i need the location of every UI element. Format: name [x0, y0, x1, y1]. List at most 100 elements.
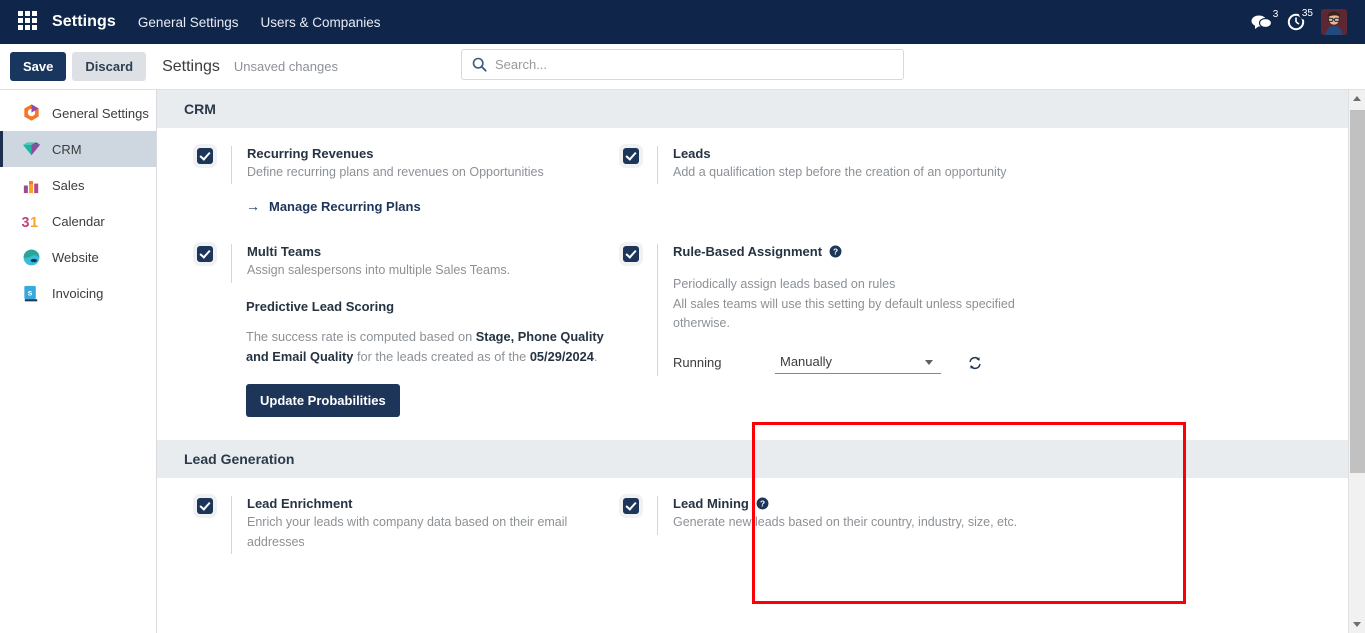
setting-title-label: Rule-Based Assignment	[673, 244, 823, 260]
settings-sidebar: General Settings CRM Sales 3 1 Calendar …	[0, 90, 157, 633]
section-body-crm: Recurring Revenues Define recurring plan…	[157, 128, 1365, 418]
setting-content: Rule-Based Assignment ? Periodically ass…	[657, 244, 1089, 376]
invoicing-app-icon: s	[21, 283, 42, 304]
setting-rule-based-assignment: Rule-Based Assignment ? Periodically ass…	[623, 244, 1089, 376]
checkbox-holder	[197, 244, 231, 267]
setting-leads: Leads Add a qualification step before th…	[623, 146, 1089, 185]
setting-description: Define recurring plans and revenues on O…	[247, 165, 544, 179]
checkbox-recurring-revenues[interactable]	[197, 148, 213, 164]
section-header-lead-generation: Lead Generation	[157, 440, 1365, 479]
setting-multi-teams: Multi Teams Assign salespersons into mul…	[197, 244, 623, 283]
settings-col-right: Rule-Based Assignment ? Periodically ass…	[623, 214, 1089, 417]
update-probabilities-button[interactable]: Update Probabilities	[246, 384, 400, 418]
scroll-down-arrow-icon[interactable]	[1353, 622, 1361, 627]
sidebar-item-sales[interactable]: Sales	[0, 167, 156, 203]
setting-title: Predictive Lead Scoring	[246, 298, 395, 314]
user-avatar-image	[1321, 9, 1347, 35]
app-brand-settings[interactable]: Settings	[52, 13, 116, 31]
sidebar-item-general-settings[interactable]: General Settings	[0, 95, 156, 131]
setting-content: Lead Enrichment Enrich your leads with c…	[231, 496, 623, 554]
activities-count-badge: 35	[1298, 7, 1316, 20]
setting-lead-enrichment: Lead Enrichment Enrich your leads with c…	[197, 496, 623, 554]
sidebar-item-invoicing[interactable]: s Invoicing	[0, 275, 156, 311]
search-bar[interactable]	[461, 49, 904, 80]
checkbox-lead-enrichment[interactable]	[197, 498, 213, 515]
refresh-sync-icon[interactable]	[967, 355, 983, 371]
setting-description: Add a qualification step before the crea…	[673, 165, 1007, 179]
messages-count-badge: 3	[1269, 8, 1282, 21]
checkbox-holder	[623, 146, 657, 169]
chevron-down-icon	[925, 359, 933, 365]
sidebar-item-label: Calendar	[52, 213, 105, 229]
pls-bold-date: 05/29/2024	[529, 349, 594, 365]
search-icon	[472, 57, 487, 72]
link-label: Manage Recurring Plans	[269, 198, 421, 214]
sidebar-item-label: Invoicing	[52, 285, 104, 301]
checkbox-leads[interactable]	[623, 148, 639, 164]
search-input[interactable]	[495, 57, 893, 72]
setting-content: Lead Mining ? Generate new leads based o…	[657, 496, 1089, 535]
sidebar-item-label: Sales	[52, 177, 85, 193]
checkbox-multi-teams[interactable]	[197, 246, 213, 263]
setting-content: Recurring Revenues Define recurring plan…	[231, 146, 623, 185]
settings-pane: CRM Recurring Revenues Define recurring …	[157, 90, 1365, 633]
setting-content: Leads Add a qualification step before th…	[657, 146, 1089, 185]
checkbox-lead-mining[interactable]	[623, 498, 639, 515]
setting-recurring-revenues: Recurring Revenues Define recurring plan…	[197, 146, 623, 185]
activities-menu[interactable]: 35	[1287, 7, 1316, 32]
apps-grid-icon[interactable]	[18, 11, 40, 33]
checkbox-holder	[197, 496, 231, 519]
unsaved-changes-status: Unsaved changes	[233, 59, 338, 74]
scrollbar-thumb[interactable]	[1350, 110, 1365, 473]
settings-col-left: Recurring Revenues Define recurring plan…	[157, 128, 623, 214]
sales-app-icon	[21, 175, 42, 196]
sidebar-item-crm[interactable]: CRM	[0, 131, 156, 167]
crm-app-icon	[21, 139, 42, 160]
setting-description-line2: All sales teams will use this setting by…	[673, 296, 1015, 331]
svg-text:?: ?	[833, 247, 838, 257]
sidebar-item-label: Website	[52, 249, 99, 265]
running-select[interactable]: Manually	[775, 352, 941, 374]
scroll-up-arrow-icon[interactable]	[1353, 96, 1361, 101]
nav-general-settings[interactable]: General Settings	[138, 15, 239, 30]
checkbox-holder	[623, 496, 657, 519]
vertical-scrollbar[interactable]	[1348, 90, 1365, 633]
setting-lead-mining: Lead Mining ? Generate new leads based o…	[623, 496, 1089, 535]
section-header-crm: CRM	[157, 90, 1365, 128]
arrow-right-icon: →	[246, 198, 260, 215]
messages-menu[interactable]: 3	[1251, 8, 1282, 31]
setting-description: Enrich your leads with company data base…	[247, 515, 568, 549]
setting-title: Lead Mining ?	[673, 496, 1089, 511]
settings-row: Lead Enrichment Enrich your leads with c…	[157, 478, 1365, 554]
setting-description: Generate new leads based on their countr…	[673, 515, 1018, 530]
help-circle-icon[interactable]: ?	[756, 497, 769, 510]
settings-col-left: Lead Enrichment Enrich your leads with c…	[157, 478, 623, 554]
predictive-lead-scoring-block: Predictive Lead Scoring The success rate…	[246, 298, 606, 418]
help-circle-icon[interactable]: ?	[829, 245, 842, 258]
navbar-systray: 3 35	[1251, 7, 1355, 35]
setting-title: Rule-Based Assignment ?	[673, 244, 1089, 259]
save-button[interactable]: Save	[10, 52, 67, 81]
setting-title-label: Lead Mining	[673, 496, 749, 512]
svg-text:?: ?	[760, 499, 765, 509]
manage-recurring-plans-link[interactable]: → Manage Recurring Plans	[246, 198, 623, 214]
settings-row: Multi Teams Assign salespersons into mul…	[157, 214, 1365, 418]
settings-row: Recurring Revenues Define recurring plan…	[157, 128, 1365, 214]
setting-content: Multi Teams Assign salespersons into mul…	[231, 244, 623, 283]
setting-title: Lead Enrichment	[247, 496, 353, 512]
setting-title: Recurring Revenues	[247, 146, 374, 161]
avatar[interactable]	[1321, 9, 1347, 35]
checkbox-holder	[197, 146, 231, 169]
nav-users-companies[interactable]: Users & Companies	[260, 15, 380, 30]
setting-title: Multi Teams	[247, 244, 322, 260]
calendar-app-icon: 3 1	[21, 211, 42, 232]
settings-col-right: Lead Mining ? Generate new leads based o…	[623, 478, 1089, 554]
pls-text-part1: The success rate is computed based on	[246, 328, 476, 344]
discard-button[interactable]: Discard	[72, 52, 147, 81]
checkbox-rule-based-assignment[interactable]	[623, 246, 639, 263]
pls-text-part3: .	[593, 349, 598, 365]
predictive-lead-scoring-text: The success rate is computed based on St…	[246, 327, 606, 368]
sidebar-item-calendar[interactable]: 3 1 Calendar	[0, 203, 156, 239]
sidebar-item-website[interactable]: Website	[0, 239, 156, 275]
svg-text:s: s	[28, 287, 33, 297]
